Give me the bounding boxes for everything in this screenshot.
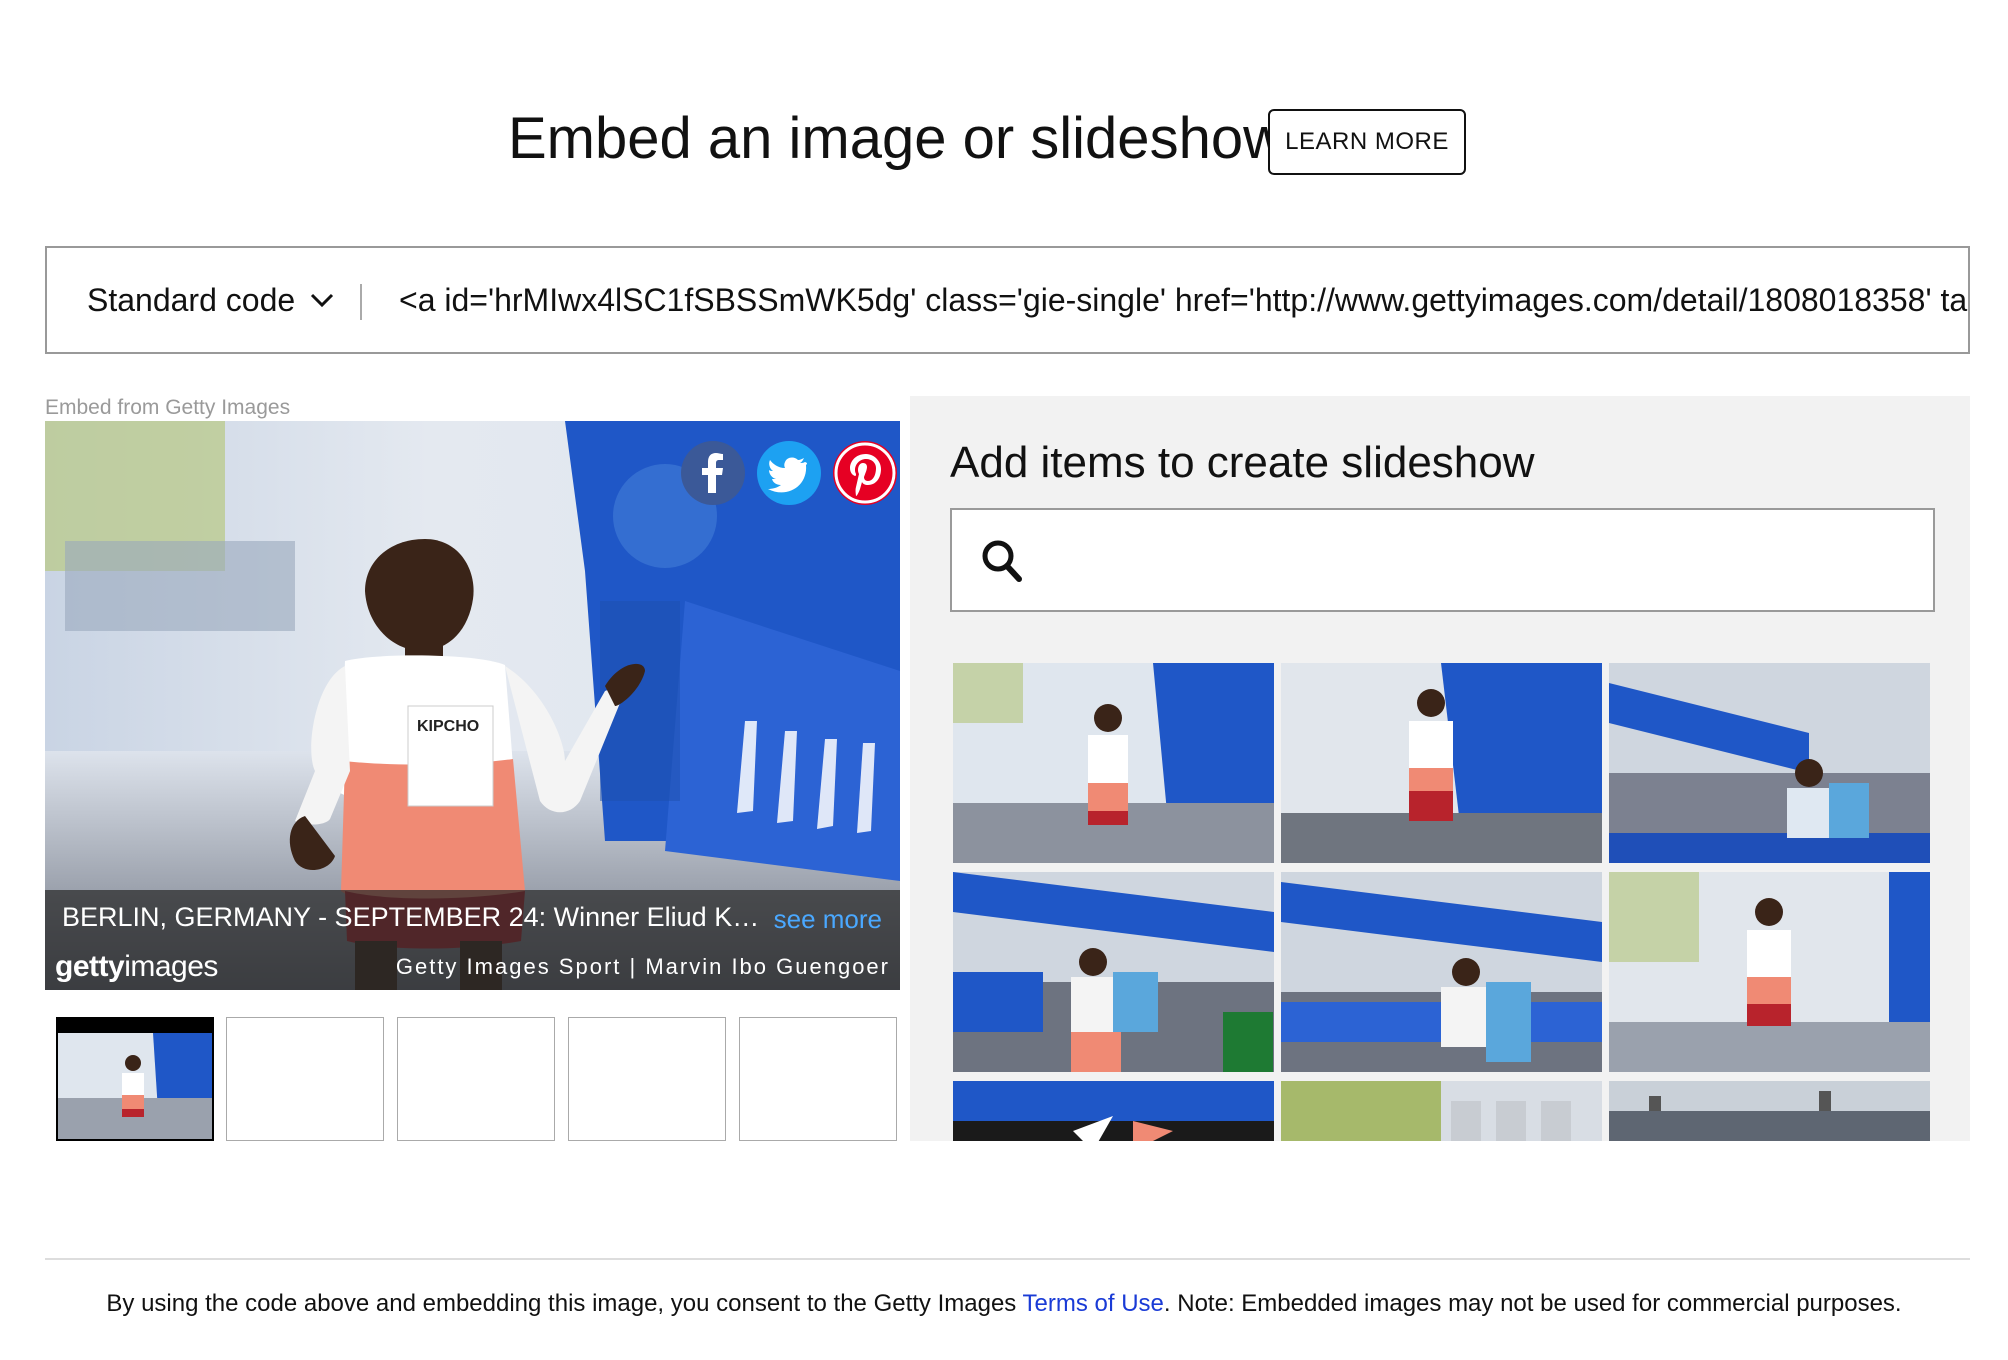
divider — [360, 284, 362, 320]
logo-bold: getty — [55, 950, 125, 983]
caption-bar: BERLIN, GERMANY - SEPTEMBER 24: Winner E… — [45, 890, 900, 990]
search-icon — [982, 540, 1022, 582]
footer-text-before: By using the code above and embedding th… — [106, 1290, 1023, 1317]
result-photo — [1609, 872, 1930, 1072]
result-image[interactable] — [953, 1081, 1274, 1141]
result-image[interactable] — [953, 872, 1274, 1072]
slideshow-thumbnail-3[interactable] — [397, 1017, 555, 1141]
pinterest-icon — [833, 441, 897, 505]
result-photo — [953, 872, 1274, 1072]
footer-text-after: . Note: Embedded images may not be used … — [1163, 1290, 1902, 1317]
result-photo — [1281, 1081, 1602, 1141]
slideshow-thumbnail-1[interactable] — [56, 1017, 214, 1141]
chevron-down-icon — [311, 293, 334, 308]
embed-code-bar: Standard code <a id='hrMIwx4lSC1fSBSSmWK… — [45, 246, 1970, 354]
result-image[interactable] — [1609, 1081, 1930, 1141]
see-more-link[interactable]: see more — [774, 904, 882, 935]
result-image[interactable] — [1609, 663, 1930, 863]
twitter-icon — [757, 441, 821, 505]
slideshow-thumbnail-2[interactable] — [226, 1017, 384, 1141]
facebook-share-button[interactable] — [681, 441, 745, 505]
result-image[interactable] — [1609, 872, 1930, 1072]
result-photo — [953, 1081, 1274, 1141]
result-image[interactable] — [1281, 872, 1602, 1072]
result-photo — [1609, 1081, 1930, 1141]
slideshow-thumbnail-4[interactable] — [568, 1017, 726, 1141]
footer-divider — [45, 1258, 1970, 1260]
photo-credit: Getty Images Sport | Marvin Ibo Guengoer — [395, 954, 890, 979]
result-image[interactable] — [1281, 663, 1602, 863]
result-photo — [1281, 663, 1602, 863]
slideshow-title: Add items to create slideshow — [950, 438, 1535, 487]
gettyimages-logo[interactable]: gettyimages — [55, 950, 218, 984]
twitter-share-button[interactable] — [757, 441, 821, 505]
footer-notice: By using the code above and embedding th… — [0, 1290, 2008, 1318]
learn-more-button[interactable]: LEARN MORE — [1268, 109, 1466, 175]
slideshow-search-input[interactable] — [1032, 520, 1916, 602]
image-caption: BERLIN, GERMANY - SEPTEMBER 24: Winner E… — [62, 902, 760, 932]
page-title: Embed an image or slideshow — [508, 106, 1285, 171]
facebook-icon — [681, 441, 745, 505]
main-embed-image[interactable]: KIPCHO BERLIN, GERMANY - SEPTEMBER 24: W… — [45, 421, 900, 990]
embed-code-field[interactable]: <a id='hrMIwx4lSC1fSBSSmWK5dg' class='gi… — [399, 248, 1968, 352]
result-photo — [1609, 663, 1930, 863]
slideshow-panel: Add items to create slideshow — [910, 396, 1970, 1141]
embed-from-label: Embed from Getty Images — [45, 396, 291, 419]
result-image[interactable] — [953, 663, 1274, 863]
result-photo — [953, 663, 1274, 863]
logo-light: images — [124, 950, 218, 983]
pinterest-share-button[interactable] — [833, 441, 897, 505]
thumbnail-photo — [58, 1033, 212, 1139]
terms-of-use-link[interactable]: Terms of Use — [1023, 1290, 1164, 1317]
slideshow-search-box — [950, 508, 1935, 612]
code-type-label: Standard code — [87, 281, 296, 318]
embed-header: Embed an image or slideshow LEARN MORE — [0, 96, 2008, 186]
result-photo — [1281, 872, 1602, 1072]
slideshow-thumbnail-5[interactable] — [739, 1017, 897, 1141]
bib-text: KIPCHO — [417, 718, 479, 735]
code-type-dropdown[interactable]: Standard code — [87, 248, 335, 352]
result-image[interactable] — [1281, 1081, 1602, 1141]
